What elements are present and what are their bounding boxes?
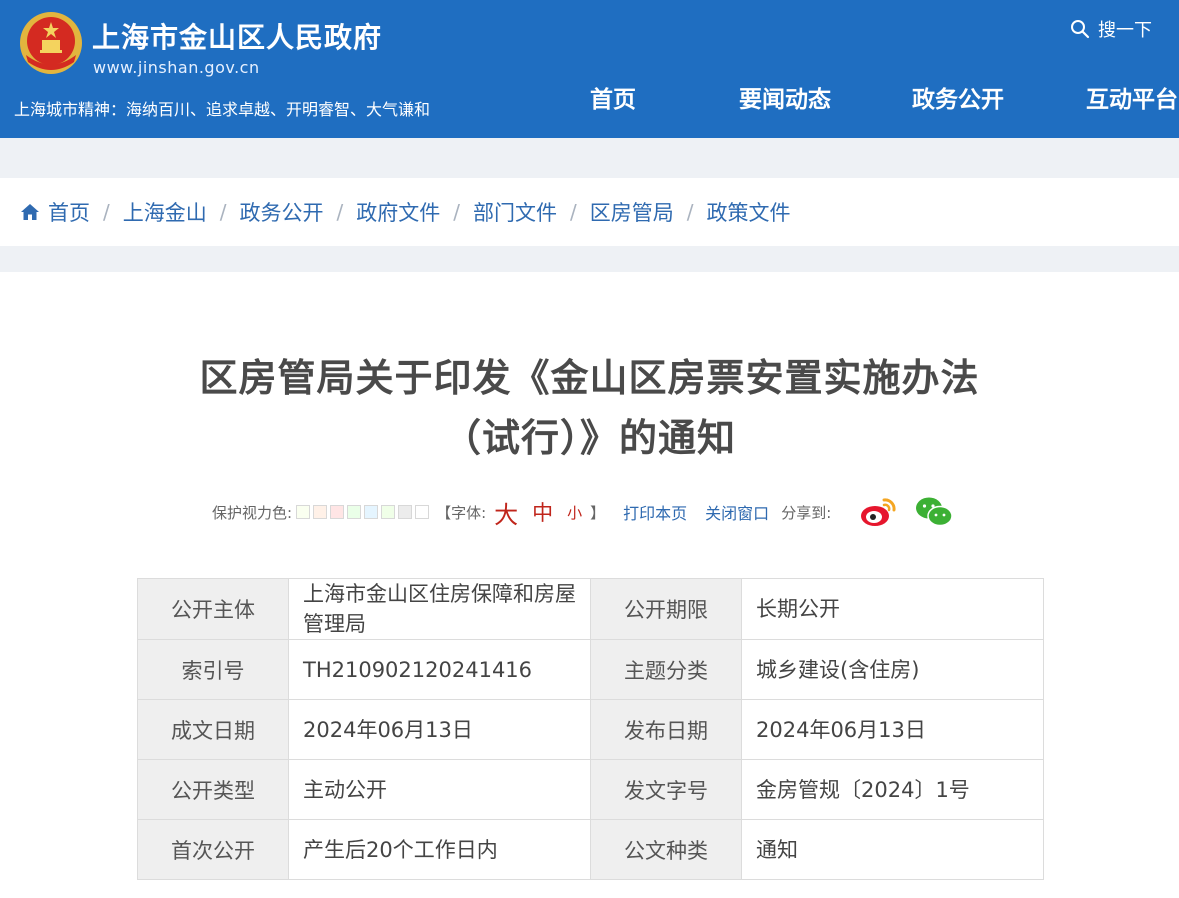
- article-toolbar: 保护视力色: 【字体: 大 中 小 】 打印本页 关闭窗口 分享到:: [212, 494, 953, 530]
- wechat-icon[interactable]: [915, 496, 953, 528]
- document-title-line-2: （试行）》的通知: [442, 416, 736, 460]
- info-value: 产生后20个工作日内: [288, 819, 591, 880]
- search-icon: [1071, 20, 1090, 39]
- search-button[interactable]: 搜一下: [1070, 16, 1152, 42]
- info-value: 2024年06月13日: [741, 699, 1044, 760]
- home-icon[interactable]: [20, 202, 40, 222]
- nav-item-home[interactable]: 首页: [590, 80, 636, 110]
- national-emblem-logo[interactable]: [18, 10, 84, 76]
- info-key: 成文日期: [137, 699, 289, 760]
- breadcrumb-separator: /: [686, 200, 694, 224]
- breadcrumb-separator: /: [219, 200, 227, 224]
- info-key: 公文种类: [590, 819, 742, 880]
- breadcrumb-home[interactable]: 首页: [48, 197, 90, 227]
- font-size-label: 【字体:: [436, 503, 487, 522]
- font-large-button[interactable]: 大: [494, 495, 518, 530]
- info-value: 上海市金山区住房保障和房屋管理局: [288, 578, 591, 640]
- site-title[interactable]: 上海市金山区人民政府: [92, 16, 382, 56]
- breadcrumb-separator: /: [336, 200, 344, 224]
- nav-item-news[interactable]: 要闻动态: [739, 80, 831, 110]
- eye-protection-label: 保护视力色:: [212, 503, 293, 522]
- info-table-row: 索引号 TH210902120241416 主题分类 城乡建设(含住房): [137, 639, 1044, 700]
- info-value: 金房管规〔2024〕1号: [741, 759, 1044, 820]
- eye-protection-swatch[interactable]: [296, 505, 311, 519]
- info-key: 发文字号: [590, 759, 742, 820]
- breadcrumb-government-affairs[interactable]: 政务公开: [240, 197, 324, 227]
- font-medium-button[interactable]: 中: [532, 497, 553, 527]
- info-table-row: 公开类型 主动公开 发文字号 金房管规〔2024〕1号: [137, 759, 1044, 820]
- breadcrumb-department-documents[interactable]: 部门文件: [473, 197, 557, 227]
- document-info-table: 公开主体 上海市金山区住房保障和房屋管理局 公开期限 长期公开 索引号 TH2109021…: [137, 578, 1044, 880]
- share-label: 分享到:: [781, 503, 832, 522]
- info-key: 发布日期: [590, 699, 742, 760]
- info-value: 城乡建设(含住房): [741, 639, 1044, 700]
- info-value: 长期公开: [741, 578, 1044, 640]
- breadcrumb-policy-documents[interactable]: 政策文件: [707, 197, 791, 227]
- print-page-link[interactable]: 打印本页: [623, 500, 687, 524]
- info-value: 主动公开: [288, 759, 591, 820]
- breadcrumb-separator: /: [570, 200, 577, 224]
- site-url: www.jinshan.gov.cn: [93, 58, 260, 77]
- eye-protection-swatch[interactable]: [415, 505, 430, 519]
- eye-protection-swatch[interactable]: [313, 505, 328, 519]
- weibo-icon[interactable]: [859, 495, 897, 529]
- site-header: 上海市金山区人民政府 www.jinshan.gov.cn 上海城市精神：海纳百…: [0, 0, 1179, 138]
- nav-item-government-affairs[interactable]: 政务公开: [912, 80, 1004, 110]
- document-title-line-1: 区房管局关于印发《金山区房票安置实施办法: [199, 356, 980, 400]
- info-value: 2024年06月13日: [288, 699, 591, 760]
- info-key: 公开类型: [137, 759, 289, 820]
- search-label: 搜一下: [1098, 20, 1152, 41]
- breadcrumb-separator: /: [453, 200, 460, 224]
- info-key: 公开期限: [590, 578, 742, 640]
- info-key: 首次公开: [137, 819, 289, 880]
- info-value: TH210902120241416: [288, 639, 591, 700]
- eye-protection-swatch[interactable]: [364, 505, 379, 519]
- info-key: 公开主体: [137, 578, 289, 640]
- info-value: 通知: [741, 819, 1044, 880]
- nav-item-interaction[interactable]: 互动平台: [1086, 80, 1178, 110]
- breadcrumb: 首页 / 上海金山 / 政务公开 / 政府文件 / 部门文件 / 区房管局 / …: [0, 178, 1179, 246]
- font-size-bracket: 】: [590, 503, 606, 522]
- breadcrumb-government-documents[interactable]: 政府文件: [356, 197, 440, 227]
- eye-protection-swatch[interactable]: [398, 505, 413, 519]
- city-slogan: 上海城市精神：海纳百川、追求卓越、开明睿智、大气谦和: [14, 100, 431, 119]
- eye-protection-swatch[interactable]: [347, 505, 362, 519]
- eye-protection-swatches: [296, 505, 432, 519]
- eye-protection-swatch[interactable]: [381, 505, 396, 519]
- breadcrumb-separator: /: [103, 200, 110, 224]
- close-window-link[interactable]: 关闭窗口: [705, 500, 769, 524]
- info-table-row: 公开主体 上海市金山区住房保障和房屋管理局 公开期限 长期公开: [137, 578, 1044, 640]
- info-table-row: 首次公开 产生后20个工作日内 公文种类 通知: [137, 819, 1044, 880]
- info-key: 主题分类: [590, 639, 742, 700]
- font-small-button[interactable]: 小: [567, 502, 582, 523]
- info-key: 索引号: [137, 639, 289, 700]
- breadcrumb-jinshan[interactable]: 上海金山: [123, 197, 207, 227]
- info-table-row: 成文日期 2024年06月13日 发布日期 2024年06月13日: [137, 699, 1044, 760]
- main-nav: 首页 要闻动态 政务公开 互动平台: [560, 80, 1179, 110]
- breadcrumb-housing-bureau[interactable]: 区房管局: [590, 197, 674, 227]
- article-card: 区房管局关于印发《金山区房票安置实施办法 （试行）》的通知 保护视力色: 【字体…: [0, 272, 1179, 898]
- eye-protection-swatch[interactable]: [330, 505, 345, 519]
- document-title: 区房管局关于印发《金山区房票安置实施办法 （试行）》的通知: [0, 348, 1179, 468]
